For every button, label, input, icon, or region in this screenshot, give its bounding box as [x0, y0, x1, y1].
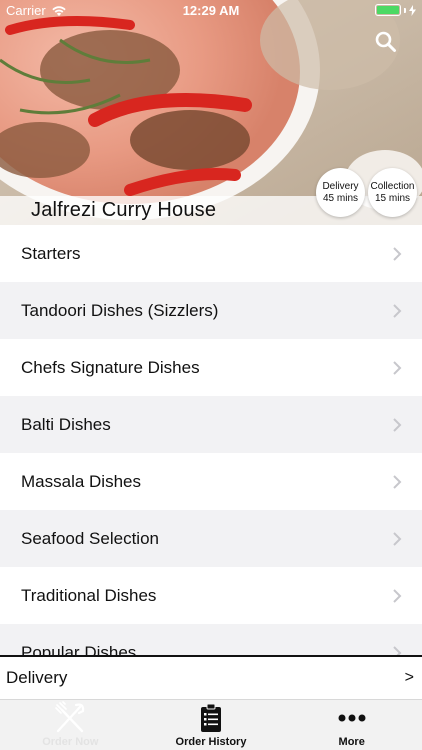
tab-label: Order Now — [42, 736, 99, 748]
delivery-badge-time: 45 mins — [322, 192, 358, 204]
menu-category-label: Massala Dishes — [21, 471, 141, 491]
menu-category-chefs-signature[interactable]: Chefs Signature Dishes — [0, 339, 422, 396]
tab-more[interactable]: More — [281, 700, 422, 750]
tab-label: Order History — [175, 736, 247, 748]
status-right — [375, 4, 416, 16]
delivery-time-badge: Delivery 45 mins — [316, 168, 365, 217]
menu-category-popular[interactable]: Popular Dishes — [0, 624, 422, 655]
delivery-mode-label: Delivery — [6, 668, 68, 687]
hero-header: Carrier 12:29 AM Jalfrezi Curry House De… — [0, 0, 422, 225]
status-time: 12:29 AM — [182, 3, 240, 18]
chevron-right-icon — [393, 417, 402, 432]
restaurant-name: Jalfrezi Curry House — [31, 199, 217, 221]
chevron-right-icon — [393, 246, 402, 261]
search-button[interactable] — [374, 30, 398, 54]
chevron-right-icon — [393, 645, 402, 655]
status-bar: Carrier 12:29 AM — [0, 0, 422, 22]
menu-category-label: Chefs Signature Dishes — [21, 357, 200, 377]
chevron-right-icon — [393, 531, 402, 546]
fork-knife-icon — [50, 701, 90, 735]
charging-bolt-icon — [409, 4, 416, 16]
menu-category-seafood[interactable]: Seafood Selection — [0, 510, 422, 567]
menu-category-starters[interactable]: Starters — [0, 225, 422, 282]
chevron-right-icon — [393, 474, 402, 489]
tab-bar: Order Now Order History More — [0, 699, 422, 750]
collection-badge-title: Collection — [370, 180, 415, 192]
battery-icon — [375, 4, 401, 16]
delivery-badge-title: Delivery — [322, 180, 359, 192]
chevron-right-icon — [393, 303, 402, 318]
menu-category-balti[interactable]: Balti Dishes — [0, 396, 422, 453]
menu-category-tandoori[interactable]: Tandoori Dishes (Sizzlers) — [0, 282, 422, 339]
more-dots-icon — [332, 701, 372, 735]
menu-category-traditional[interactable]: Traditional Dishes — [0, 567, 422, 624]
clipboard-icon — [191, 701, 231, 735]
chevron-right-icon — [393, 588, 402, 603]
menu-category-label: Starters — [21, 243, 81, 263]
tab-order-history[interactable]: Order History — [141, 700, 282, 750]
menu-category-label: Balti Dishes — [21, 414, 111, 434]
collection-time-badge: Collection 15 mins — [368, 168, 417, 217]
battery-cap — [404, 7, 406, 13]
menu-category-label: Traditional Dishes — [21, 585, 157, 605]
menu-category-massala[interactable]: Massala Dishes — [0, 453, 422, 510]
delivery-mode-arrow: > — [404, 669, 414, 686]
tab-label: More — [338, 736, 365, 748]
tab-order-now[interactable]: Order Now — [0, 700, 141, 750]
menu-category-label: Popular Dishes — [21, 642, 137, 656]
chevron-right-icon — [393, 360, 402, 375]
menu-category-label: Tandoori Dishes (Sizzlers) — [21, 300, 219, 320]
menu-category-list[interactable]: Starters Tandoori Dishes (Sizzlers) Chef… — [0, 225, 422, 655]
collection-badge-time: 15 mins — [374, 192, 410, 204]
search-icon — [375, 31, 396, 52]
delivery-mode-bar[interactable]: Delivery > — [0, 655, 422, 699]
menu-category-label: Seafood Selection — [21, 528, 159, 548]
